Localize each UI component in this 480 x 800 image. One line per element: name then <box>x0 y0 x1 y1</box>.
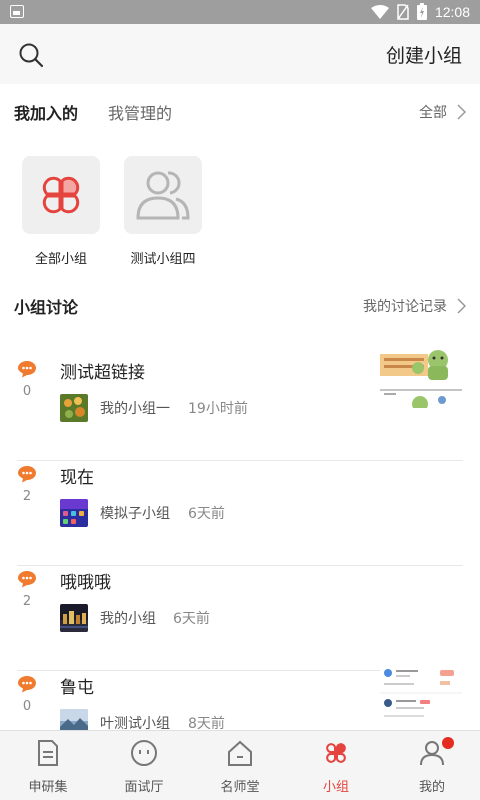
reply-count: 2 <box>22 594 32 609</box>
discussion-history-link[interactable]: 我的讨论记录 <box>363 296 466 316</box>
group-avatar <box>60 499 88 527</box>
document-icon <box>38 740 58 766</box>
nav-label: 申研集 <box>28 780 68 795</box>
group-tile <box>22 156 100 234</box>
chevron-right-icon <box>457 298 466 314</box>
section-title: 小组讨论 <box>14 298 79 317</box>
discussion-item[interactable]: 2 现在 模拟子小组 6天前 <box>0 461 480 566</box>
reply-count: 0 <box>22 384 32 399</box>
comment-bubble-icon <box>18 361 36 378</box>
create-group-button[interactable]: 创建小组 <box>386 41 462 68</box>
face-icon <box>131 740 157 766</box>
group-card-test4[interactable]: 测试小组四 <box>124 156 202 267</box>
tab-managed[interactable]: 我管理的 <box>108 100 172 124</box>
nav-label: 名师堂 <box>220 780 260 795</box>
search-icon[interactable] <box>18 42 44 68</box>
group-card-label: 全部小组 <box>34 252 87 267</box>
reply-count: 2 <box>22 489 32 504</box>
history-label: 我的讨论记录 <box>363 299 447 315</box>
home-icon <box>228 740 252 766</box>
nav-item-mine[interactable]: 我的 <box>384 731 480 800</box>
status-bar: 12:08 <box>0 0 480 24</box>
discussion-title: 哦哦哦 <box>60 573 111 593</box>
nav-item-groups[interactable]: 小组 <box>288 731 384 800</box>
discussion-group-name: 我的小组一 <box>100 401 170 417</box>
group-avatar <box>60 604 88 632</box>
status-time: 12:08 <box>434 3 470 20</box>
reply-count: 0 <box>22 699 32 714</box>
discussion-group-name: 我的小组 <box>100 611 156 627</box>
nav-item-interview[interactable]: 面试厅 <box>96 731 192 800</box>
discussion-time: 6天前 <box>188 506 225 522</box>
nav-label: 我的 <box>418 780 445 795</box>
discussion-title: 测试超链接 <box>60 363 145 383</box>
bottom-navigation: 申研集 面试厅 名师堂 小组 我的 <box>0 730 480 800</box>
nav-item-shenyanji[interactable]: 申研集 <box>0 731 96 800</box>
group-logo-icon <box>326 743 346 763</box>
group-tabs: 我加入的 我管理的 全部 <box>0 96 480 130</box>
group-card-all[interactable]: 全部小组 <box>22 156 100 267</box>
discussion-time: 6天前 <box>173 611 210 627</box>
discussion-preview-image <box>380 346 462 408</box>
comment-bubble-icon <box>18 676 36 693</box>
all-groups-link[interactable]: 全部 <box>419 102 466 122</box>
top-header: 创建小组 <box>0 24 480 84</box>
wifi-icon <box>370 4 389 19</box>
nav-label: 面试厅 <box>124 780 164 795</box>
battery-charging-icon <box>416 3 427 20</box>
chevron-right-icon <box>457 104 466 120</box>
discussion-item[interactable]: 2 哦哦哦 我的小组 6天前 <box>0 566 480 671</box>
gallery-icon <box>10 5 24 18</box>
discussion-preview-image <box>380 661 462 723</box>
tab-joined[interactable]: 我加入的 <box>14 100 78 124</box>
discussion-item[interactable]: 0 测试超链接 我的小组一 19小时前 <box>0 346 480 461</box>
no-sim-icon <box>397 3 409 20</box>
discussion-title: 鲁屯 <box>60 678 94 698</box>
comment-bubble-icon <box>18 571 36 588</box>
discussion-title: 现在 <box>60 468 94 488</box>
nav-item-teachers[interactable]: 名师堂 <box>192 731 288 800</box>
notification-dot <box>442 737 454 749</box>
discussion-time: 19小时前 <box>188 401 248 417</box>
all-groups-label: 全部 <box>419 105 447 121</box>
system-icons: 12:08 <box>370 3 470 20</box>
discussion-group-name: 模拟子小组 <box>100 506 170 522</box>
group-tile <box>124 156 202 234</box>
comment-bubble-icon <box>18 466 36 483</box>
group-logo-icon <box>42 176 80 214</box>
nav-label: 小组 <box>322 780 349 795</box>
group-avatar <box>60 394 88 422</box>
group-card-label: 测试小组四 <box>130 252 196 267</box>
people-icon <box>136 171 190 220</box>
